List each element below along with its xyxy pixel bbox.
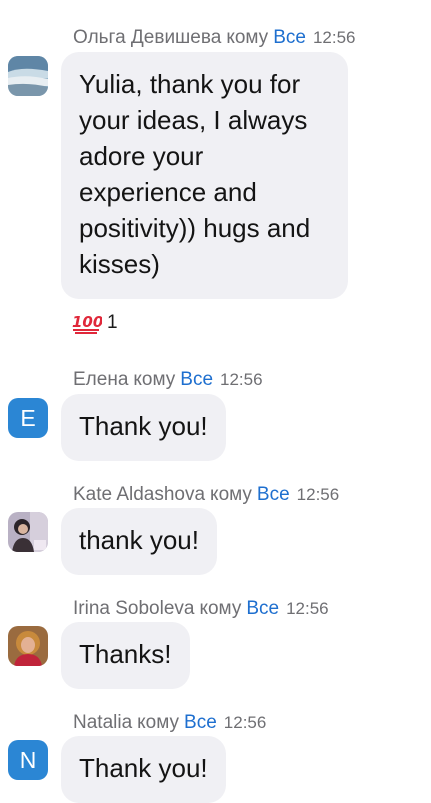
message-text: Thanks! <box>79 639 172 669</box>
message-header: Kate Aldashova кому Все 12:56 <box>73 484 339 506</box>
message-text: Yulia, thank you for your ideas, I alway… <box>79 69 311 279</box>
message-time: 12:56 <box>296 485 340 504</box>
avatar[interactable] <box>8 626 48 666</box>
landscape-photo-icon <box>8 56 48 96</box>
svg-text:100: 100 <box>72 313 102 331</box>
sender-name[interactable]: Natalia <box>73 712 132 733</box>
message-text: Thank you! <box>79 411 208 441</box>
message-bubble[interactable]: Thank you! <box>61 394 226 461</box>
message-text: thank you! <box>79 525 199 555</box>
recipient-all-link[interactable]: Все <box>180 369 213 390</box>
recipient-label: кому <box>133 369 176 390</box>
avatar[interactable]: E <box>8 398 48 438</box>
avatar-initial: N <box>19 746 37 773</box>
message-header: Natalia кому Все 12:56 <box>73 712 266 734</box>
recipient-all-link[interactable]: Все <box>246 598 279 619</box>
recipient-all-link[interactable]: Все <box>184 712 217 733</box>
avatar-initial: E <box>20 404 36 431</box>
reaction-badge[interactable]: 100 1 <box>72 312 118 334</box>
sender-name[interactable]: Kate Aldashova <box>73 484 205 505</box>
message-bubble[interactable]: Thank you! <box>61 736 226 803</box>
message-time: 12:56 <box>223 713 267 732</box>
message-time: 12:56 <box>312 28 356 47</box>
hundred-points-icon: 100 <box>72 313 102 334</box>
portrait-photo-icon <box>8 626 48 666</box>
message-header: Елена кому Все 12:56 <box>73 369 263 391</box>
message-bubble[interactable]: Yulia, thank you for your ideas, I alway… <box>61 52 348 299</box>
avatar[interactable] <box>8 512 48 552</box>
recipient-label: кому <box>210 484 252 505</box>
message-header: Ольга Девишева кому Все 12:56 <box>73 27 355 49</box>
message-header: Irina Soboleva кому Все 12:56 <box>73 598 329 620</box>
message-bubble[interactable]: thank you! <box>61 508 217 575</box>
portrait-photo-icon <box>8 512 48 552</box>
recipient-label: кому <box>137 712 180 733</box>
avatar[interactable] <box>8 56 48 96</box>
recipient-label: кому <box>199 598 242 619</box>
sender-name[interactable]: Irina Soboleva <box>73 598 194 619</box>
reaction-count: 1 <box>107 312 118 333</box>
recipient-all-link[interactable]: Все <box>273 27 306 48</box>
sender-name[interactable]: Елена <box>73 369 128 390</box>
avatar[interactable]: N <box>8 740 48 780</box>
message-time: 12:56 <box>220 370 263 389</box>
message-bubble[interactable]: Thanks! <box>61 622 190 689</box>
recipient-all-link[interactable]: Все <box>257 484 290 505</box>
recipient-label: кому <box>226 27 269 48</box>
message-time: 12:56 <box>286 599 329 618</box>
message-text: Thank you! <box>79 753 208 783</box>
sender-name[interactable]: Ольга Девишева <box>73 27 221 48</box>
